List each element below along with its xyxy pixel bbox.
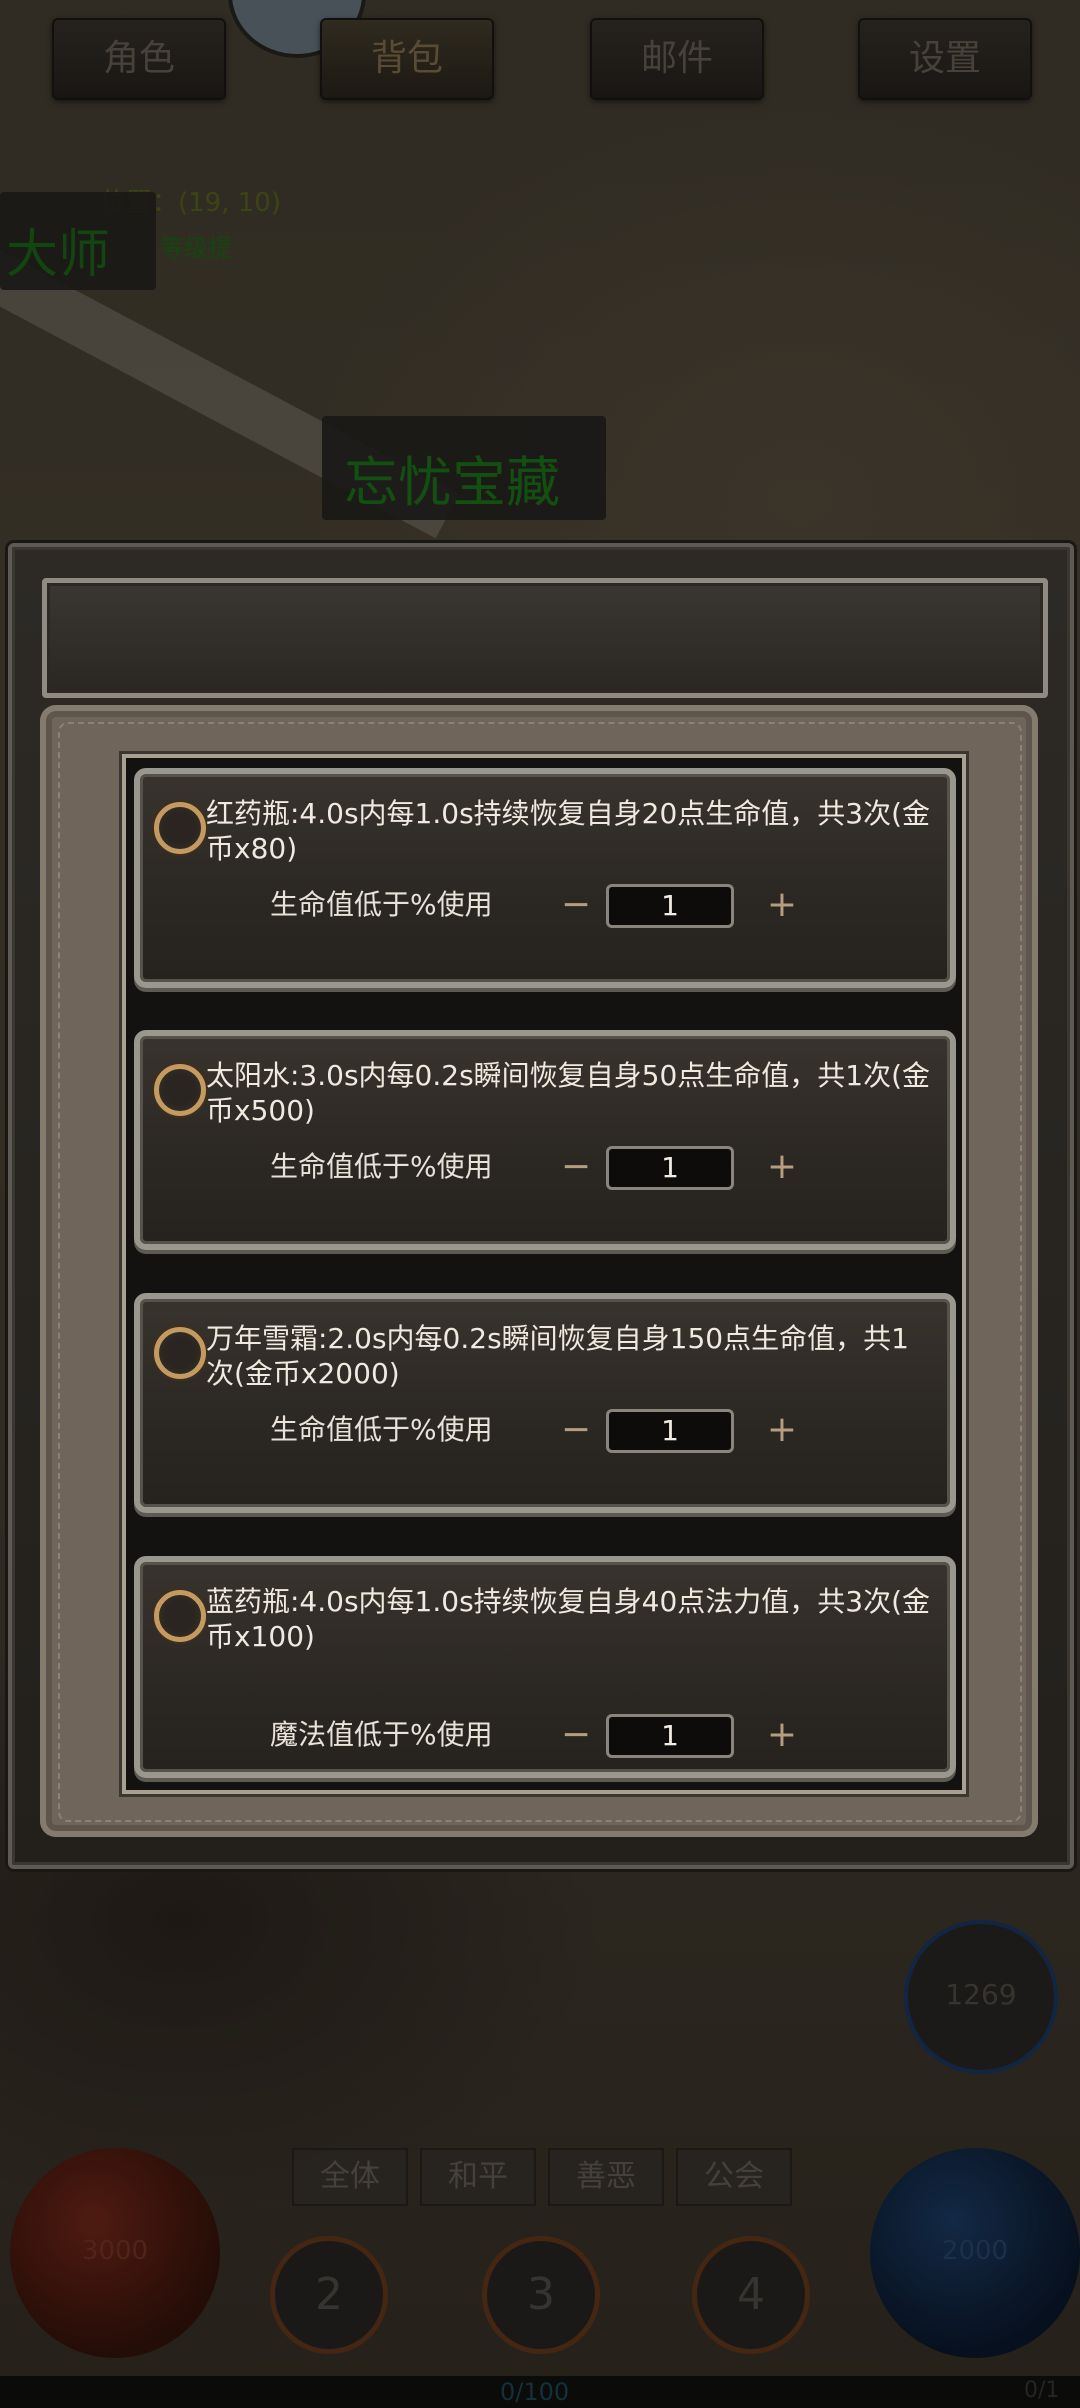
potion-description: 蓝药瓶:4.0s内每1.0s持续恢复自身40点法力值，共3次(金币x100): [206, 1585, 931, 1653]
threshold-input[interactable]: 1: [606, 1146, 734, 1190]
increase-button[interactable]: +: [762, 1407, 802, 1453]
increase-button[interactable]: +: [762, 1712, 802, 1758]
threshold-input[interactable]: 1: [606, 1409, 734, 1453]
potion-description: 红药瓶:4.0s内每1.0s持续恢复自身20点生命值，共3次(金币x80): [206, 797, 931, 865]
potion-card-red: 红药瓶:4.0s内每1.0s持续恢复自身20点生命值，共3次(金币x80) 生命…: [134, 768, 956, 988]
threshold-input[interactable]: 1: [606, 884, 734, 928]
threshold-label: 魔法值低于%使用: [270, 1718, 493, 1751]
decrease-button[interactable]: −: [556, 1712, 596, 1758]
potion-card-blue: 蓝药瓶:4.0s内每1.0s持续恢复自身40点法力值，共3次(金币x100) 魔…: [134, 1556, 956, 1778]
select-radio-icon[interactable]: [154, 1327, 206, 1379]
potion-description: 太阳水:3.0s内每0.2s瞬间恢复自身50点生命值，共1次(金币x500): [206, 1059, 931, 1127]
select-radio-icon[interactable]: [154, 802, 206, 854]
select-radio-icon[interactable]: [154, 1064, 206, 1116]
increase-button[interactable]: +: [762, 1144, 802, 1190]
threshold-label: 生命值低于%使用: [270, 1413, 493, 1446]
select-radio-icon[interactable]: [154, 1590, 206, 1642]
threshold-input[interactable]: 1: [606, 1714, 734, 1758]
potion-card-snow-frost: 万年雪霜:2.0s内每0.2s瞬间恢复自身150点生命值，共1次(金币x2000…: [134, 1293, 956, 1513]
decrease-button[interactable]: −: [556, 1144, 596, 1190]
threshold-label: 生命值低于%使用: [270, 888, 493, 921]
potion-card-sun-water: 太阳水:3.0s内每0.2s瞬间恢复自身50点生命值，共1次(金币x500) 生…: [134, 1030, 956, 1250]
threshold-label: 生命值低于%使用: [270, 1150, 493, 1183]
potion-description: 万年雪霜:2.0s内每0.2s瞬间恢复自身150点生命值，共1次(金币x2000…: [206, 1322, 909, 1390]
dialog-title-bar: [42, 578, 1048, 698]
decrease-button[interactable]: −: [556, 882, 596, 928]
decrease-button[interactable]: −: [556, 1407, 596, 1453]
increase-button[interactable]: +: [762, 882, 802, 928]
